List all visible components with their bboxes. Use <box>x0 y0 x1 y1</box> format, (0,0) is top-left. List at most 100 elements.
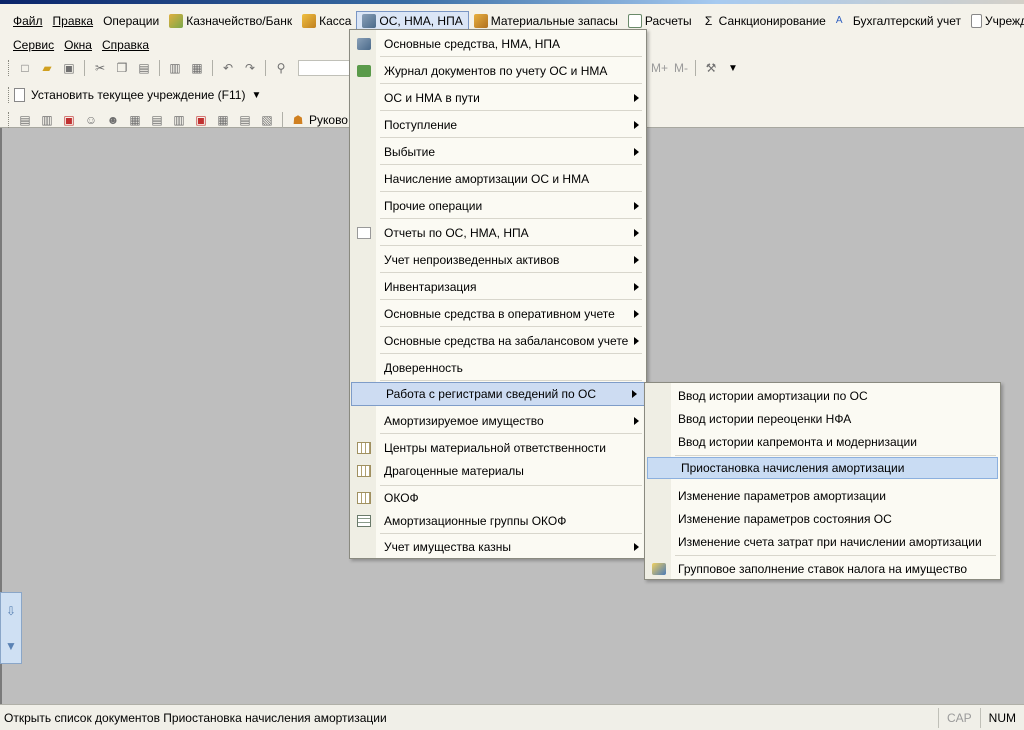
menu-institution[interactable]: Учреждение <box>966 11 1024 31</box>
document-icon <box>970 14 982 28</box>
toolbar-separator <box>212 60 213 76</box>
truck-icon <box>357 37 371 50</box>
menu-item-documents-journal[interactable]: Журнал документов по учету ОС и НМА <box>350 57 646 84</box>
menu-item-inventory[interactable]: Инвентаризация <box>350 273 646 300</box>
save-icon[interactable]: ▣ <box>60 59 78 77</box>
report-icon[interactable]: ▦ <box>214 111 232 129</box>
new-document-icon[interactable]: □ <box>16 59 34 77</box>
search-icon[interactable]: ⚲ <box>272 59 290 77</box>
menu-item-power-of-attorney[interactable]: Доверенность <box>350 354 646 381</box>
submenu-item-repair-history[interactable]: Ввод истории капремонта и модернизации <box>645 430 1000 453</box>
open-folder-icon[interactable]: ▰ <box>38 59 56 77</box>
report-icon[interactable]: ▧ <box>258 111 276 129</box>
menu-fixed-assets[interactable]: ОС, НМА, НПА <box>356 11 469 31</box>
submenu-item-change-state-params[interactable]: Изменение параметров состояния ОС <box>645 507 1000 530</box>
journal-icon <box>357 64 371 77</box>
caps-lock-indicator: CAP <box>937 707 980 728</box>
submenu-item-change-depreciation-params[interactable]: Изменение параметров амортизации <box>645 484 1000 507</box>
menu-accounting[interactable]: А Бухгалтерский учет <box>831 11 966 31</box>
menu-file[interactable]: Файл <box>8 11 48 31</box>
menu-item-label: Ввод истории капремонта и модернизации <box>678 434 917 449</box>
menu-item-fixed-assets-list[interactable]: Основные средства, НМА, НПА <box>350 30 646 57</box>
copy-icon[interactable]: ❐ <box>113 59 131 77</box>
toolbar-grip[interactable] <box>8 60 11 76</box>
menu-item-info-registers[interactable]: Работа с регистрами сведений по ОС <box>351 382 645 406</box>
leader-icon: ☗ <box>292 113 304 127</box>
menu-item-nonproduced-assets[interactable]: Учет непроизведенных активов <box>350 246 646 273</box>
menu-cash[interactable]: Касса <box>297 11 356 31</box>
leader-button[interactable]: Руково <box>309 113 348 127</box>
toolbar-grip[interactable] <box>8 112 11 128</box>
menu-item-reports[interactable]: Отчеты по ОС, НМА, НПА <box>350 219 646 246</box>
report-icon[interactable]: ▤ <box>148 111 166 129</box>
menu-treasury-bank[interactable]: Казначейство/Банк <box>164 11 297 31</box>
menu-materials[interactable]: Материальные запасы <box>469 11 623 31</box>
menu-item-other-operations[interactable]: Прочие операции <box>350 192 646 219</box>
menu-item-receipt[interactable]: Поступление <box>350 111 646 138</box>
set-institution-button[interactable]: Установить текущее учреждение (F11) <box>31 88 245 102</box>
menu-edit[interactable]: Правка <box>48 11 99 31</box>
side-panel: ⇩ ▼ <box>0 592 22 664</box>
menu-item-depreciable-property[interactable]: Амортизируемое имущество <box>350 407 646 434</box>
submenu-item-revaluation-history[interactable]: Ввод истории переоценки НФА <box>645 407 1000 430</box>
menu-item-label: ОС и НМА в пути <box>384 90 480 105</box>
memory-minus-button[interactable]: M- <box>674 61 688 75</box>
chevron-down-icon[interactable]: ▼ <box>5 639 17 653</box>
menu-item-disposal[interactable]: Выбытие <box>350 138 646 165</box>
paste-icon[interactable]: ▤ <box>135 59 153 77</box>
menu-item-depreciation[interactable]: Начисление амортизации ОС и НМА <box>350 165 646 192</box>
chevron-down-icon[interactable]: ▼ <box>251 90 261 101</box>
menu-item-depreciation-groups[interactable]: Амортизационные группы ОКОФ <box>350 509 646 532</box>
tools-icon[interactable]: ⚒ <box>702 59 720 77</box>
menu-item-responsibility-centers[interactable]: Центры материальной ответственности <box>350 436 646 459</box>
menu-item-treasury-property[interactable]: Учет имущества казны <box>350 533 646 560</box>
undo-icon[interactable]: ↶ <box>219 59 237 77</box>
submenu-arrow-icon <box>634 201 639 210</box>
menu-help[interactable]: Справка <box>97 35 154 55</box>
menu-materials-label: Материальные запасы <box>490 14 618 28</box>
report-icon[interactable]: ▤ <box>16 111 34 129</box>
users-icon[interactable]: ☻ <box>104 111 122 129</box>
submenu-item-depreciation-history[interactable]: Ввод истории амортизации по ОС <box>645 384 1000 407</box>
menu-item-label: Прочие операции <box>384 198 483 213</box>
menu-fixed-assets-label: ОС, НМА, НПА <box>379 14 463 28</box>
menu-item-off-balance[interactable]: Основные средства на забалансовом учете <box>350 327 646 354</box>
submenu-arrow-icon <box>634 93 639 102</box>
redo-icon[interactable]: ↷ <box>241 59 259 77</box>
print-icon[interactable]: ▥ <box>166 59 184 77</box>
submenu-arrow-icon <box>634 120 639 129</box>
report-icon[interactable]: ▣ <box>60 111 78 129</box>
menu-item-in-transit[interactable]: ОС и НМА в пути <box>350 84 646 111</box>
report-icon[interactable]: ▥ <box>38 111 56 129</box>
menu-item-precious-materials[interactable]: Драгоценные материалы <box>350 459 646 482</box>
panel-expand-icon[interactable]: ⇩ <box>6 604 16 618</box>
submenu-item-change-cost-account[interactable]: Изменение счета затрат при начислении ам… <box>645 530 1000 553</box>
menu-item-label: Учет имущества казны <box>384 539 512 554</box>
users-icon[interactable]: ☺ <box>82 111 100 129</box>
submenu-item-suspend-depreciation[interactable]: Приостановка начисления амортизации <box>647 457 998 479</box>
toolbar-dropdown-icon[interactable]: ▼ <box>728 63 738 74</box>
menu-service[interactable]: Сервис <box>8 35 59 55</box>
menu-item-label: Инвентаризация <box>384 279 477 294</box>
menu-help-label: Справка <box>101 38 150 52</box>
memory-plus-button[interactable]: M+ <box>651 61 668 75</box>
report-icon[interactable]: ▦ <box>126 111 144 129</box>
menu-operations[interactable]: Операции <box>98 11 164 31</box>
report-icon[interactable]: ▣ <box>192 111 210 129</box>
menu-item-label: Ввод истории переоценки НФА <box>678 411 852 426</box>
menu-item-label: Основные средства в оперативном учете <box>384 306 615 321</box>
submenu-item-group-tax-rates[interactable]: Групповое заполнение ставок налога на им… <box>645 557 1000 580</box>
print-preview-icon[interactable]: ▦ <box>188 59 206 77</box>
menu-item-okof[interactable]: ОКОФ <box>350 486 646 509</box>
menu-authorization[interactable]: Σ Санкционирование <box>697 11 831 31</box>
toolbar-grip[interactable] <box>8 87 11 103</box>
menu-edit-label: Правка <box>52 14 94 28</box>
menu-item-operational-accounting[interactable]: Основные средства в оперативном учете <box>350 300 646 327</box>
menu-treasury-bank-label: Казначейство/Банк <box>186 14 293 28</box>
menu-windows[interactable]: Окна <box>59 35 97 55</box>
report-icon[interactable]: ▤ <box>236 111 254 129</box>
accounting-icon: А <box>835 15 843 26</box>
cut-icon[interactable]: ✂ <box>91 59 109 77</box>
report-icon[interactable]: ▥ <box>170 111 188 129</box>
menu-settlements[interactable]: Расчеты <box>623 11 697 31</box>
